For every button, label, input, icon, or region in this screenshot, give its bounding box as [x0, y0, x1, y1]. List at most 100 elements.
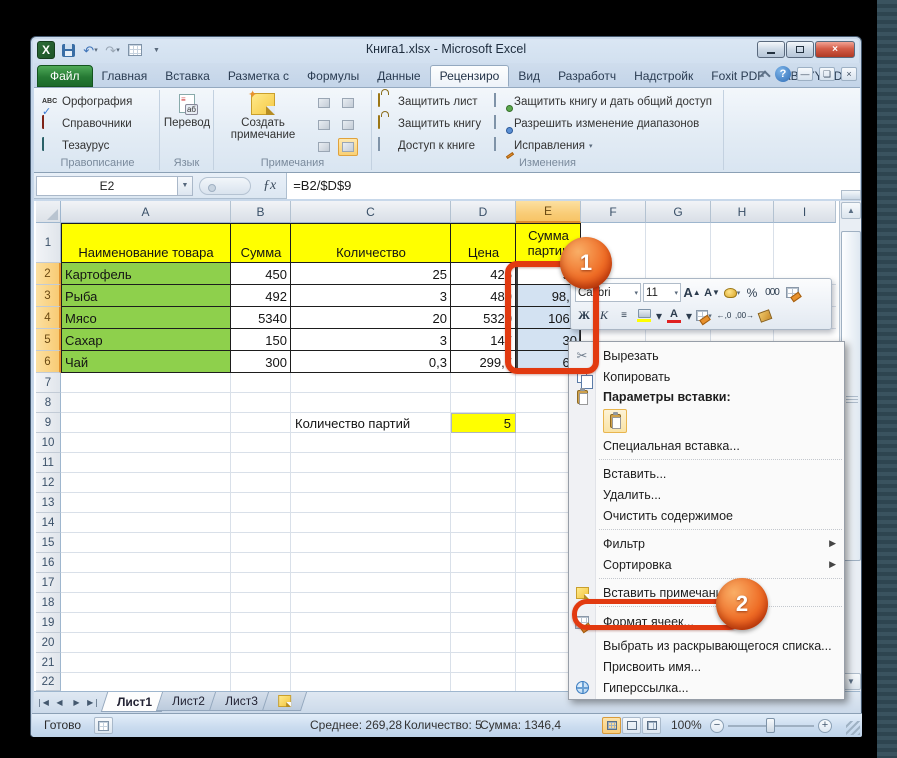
last-sheet-button[interactable]: ▶❘ — [85, 694, 102, 710]
cell-b4[interactable]: 5340 — [231, 307, 291, 329]
font-color-button[interactable]: A — [665, 306, 683, 325]
show-ink-button[interactable] — [338, 138, 358, 156]
menu-item-paste-special[interactable]: Специальная вставка... — [569, 435, 844, 456]
cell-c3[interactable]: 3 — [291, 285, 451, 307]
tab-developer[interactable]: Разработч — [549, 65, 625, 87]
allow-ranges-button[interactable]: Разрешить изменение диапазонов — [494, 116, 699, 132]
row-header-20[interactable]: 20 — [36, 633, 61, 653]
menu-item-define-name[interactable]: Присвоить имя... — [569, 656, 844, 677]
next-comment-button[interactable] — [338, 116, 358, 134]
cell-e1[interactable]: Сумма партии — [516, 223, 581, 263]
restore-button[interactable] — [786, 41, 814, 58]
page-layout-view-button[interactable] — [622, 717, 641, 734]
cell-d4[interactable]: 5320 — [451, 307, 516, 329]
row-header-18[interactable]: 18 — [36, 593, 61, 613]
tab-addins[interactable]: Надстройк — [625, 65, 702, 87]
menu-item-cut[interactable]: ✂Вырезать — [569, 345, 844, 366]
new-comment-button[interactable]: ✦ Создать примечание — [222, 93, 304, 141]
previous-comment-button[interactable] — [314, 116, 334, 134]
cell-d2[interactable]: 425 — [451, 263, 516, 285]
menu-item-copy[interactable]: Копировать — [569, 366, 844, 387]
tab-insert[interactable]: Вставка — [156, 65, 219, 87]
row-header-2[interactable]: 2 — [36, 263, 61, 285]
row-header-1[interactable]: 1 — [36, 223, 61, 263]
tab-page-layout[interactable]: Разметка с — [219, 65, 298, 87]
cell-b5[interactable]: 150 — [231, 329, 291, 351]
shrink-font-button[interactable]: A▼ — [703, 283, 721, 302]
col-header-f[interactable]: F — [581, 201, 646, 223]
tab-view[interactable]: Вид — [509, 65, 549, 87]
cell-b1[interactable]: Сумма — [231, 223, 291, 263]
bold-button[interactable]: Ж — [575, 306, 593, 325]
name-box-dropdown[interactable]: ▼ — [178, 176, 193, 196]
decrease-decimal-button[interactable]: ,00→ — [735, 306, 754, 325]
help-button[interactable]: ? — [775, 66, 791, 82]
font-size-select[interactable]: 11▾ — [643, 283, 681, 302]
col-header-h[interactable]: H — [711, 201, 774, 223]
insert-worksheet-button[interactable] — [261, 692, 306, 711]
paste-option-button[interactable] — [603, 409, 627, 433]
cell-b2[interactable]: 450 — [231, 263, 291, 285]
row-header-8[interactable]: 8 — [36, 393, 61, 413]
tab-review[interactable]: Рецензиро — [430, 65, 510, 87]
row-header-4[interactable]: 4 — [36, 307, 61, 329]
cell-d6[interactable]: 299,7 — [451, 351, 516, 373]
percent-button[interactable]: % — [743, 283, 761, 302]
cell-c6[interactable]: 0,3 — [291, 351, 451, 373]
protect-workbook-button[interactable]: Защитить книгу — [378, 116, 481, 132]
tab-home[interactable]: Главная — [93, 65, 157, 87]
close-button[interactable]: × — [815, 41, 855, 58]
menu-item-insert-comment[interactable]: Вставить примечание — [569, 582, 844, 603]
cell-a2[interactable]: Картофель — [61, 263, 231, 285]
prev-sheet-button[interactable]: ◀ — [51, 694, 68, 710]
name-box[interactable]: E2 — [36, 176, 178, 196]
row-header-15[interactable]: 15 — [36, 533, 61, 553]
col-header-d[interactable]: D — [451, 201, 516, 223]
row-header-9[interactable]: 9 — [36, 413, 61, 433]
align-center-button[interactable]: ≡ — [615, 306, 633, 325]
row-header-22[interactable]: 22 — [36, 673, 61, 691]
col-header-e[interactable]: E — [516, 201, 581, 223]
delete-comment-button[interactable] — [314, 94, 334, 112]
workbook-close-button[interactable]: × — [841, 67, 857, 81]
page-break-view-button[interactable] — [642, 717, 661, 734]
increase-decimal-button[interactable]: ←,0 — [715, 306, 733, 325]
formula-input[interactable]: =B2/$D$9 — [286, 173, 860, 199]
italic-button[interactable]: К — [595, 306, 613, 325]
cell-a3[interactable]: Рыба — [61, 285, 231, 307]
select-all-button[interactable] — [36, 201, 61, 223]
cell-a1[interactable]: Наименование товара — [61, 223, 231, 263]
protect-sheet-button[interactable]: Защитить лист — [378, 94, 478, 110]
cell-a6[interactable]: Чай — [61, 351, 231, 373]
insert-function-button[interactable]: ƒx — [263, 178, 276, 194]
next-sheet-button[interactable]: ▶ — [68, 694, 85, 710]
row-header-6[interactable]: 6 — [36, 351, 61, 373]
cell-b3[interactable]: 492 — [231, 285, 291, 307]
cell-c2[interactable]: 25 — [291, 263, 451, 285]
split-handle[interactable] — [841, 190, 861, 200]
cell-d1[interactable]: Цена — [451, 223, 516, 263]
translate-button[interactable]: ≡аб Перевод — [165, 94, 209, 129]
first-sheet-button[interactable]: ❘◀ — [34, 694, 51, 710]
row-header-3[interactable]: 3 — [36, 285, 61, 307]
col-header-a[interactable]: A — [61, 201, 231, 223]
cell-c1[interactable]: Количество — [291, 223, 451, 263]
col-header-i[interactable]: I — [774, 201, 836, 223]
fill-color-button[interactable] — [635, 306, 653, 325]
share-workbook-button[interactable]: Доступ к книге — [378, 138, 475, 154]
cell-b6[interactable]: 300 — [231, 351, 291, 373]
thesaurus-button[interactable]: Тезаурус — [42, 138, 109, 154]
normal-view-button[interactable] — [602, 717, 621, 734]
row-header-12[interactable]: 12 — [36, 473, 61, 493]
format-painter-button[interactable] — [756, 306, 774, 325]
col-header-g[interactable]: G — [646, 201, 711, 223]
track-changes-button[interactable]: Исправления▾ — [494, 138, 593, 154]
accounting-format-button[interactable]: ▾ — [723, 283, 741, 302]
row-header-21[interactable]: 21 — [36, 653, 61, 673]
row-header-17[interactable]: 17 — [36, 573, 61, 593]
tab-formulas[interactable]: Формулы — [298, 65, 368, 87]
zoom-slider-thumb[interactable] — [766, 718, 775, 733]
col-header-b[interactable]: B — [231, 201, 291, 223]
merge-center-button[interactable] — [783, 283, 801, 302]
scroll-up-button[interactable]: ▲ — [841, 202, 861, 219]
